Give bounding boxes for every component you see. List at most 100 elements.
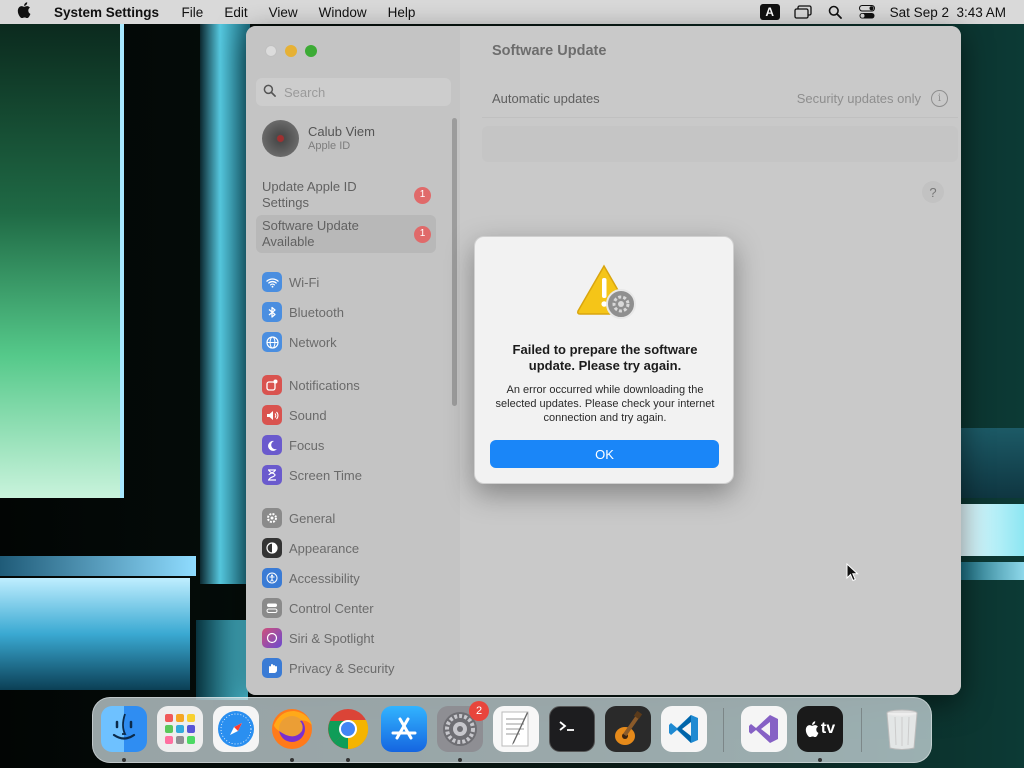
menu-view[interactable]: View bbox=[258, 5, 308, 20]
focus-icon bbox=[262, 435, 282, 455]
sidebar-item-label: Sound bbox=[289, 407, 327, 423]
visual-studio-icon[interactable] bbox=[741, 706, 787, 752]
control-center-icon[interactable] bbox=[858, 4, 876, 20]
menu-edit[interactable]: Edit bbox=[214, 5, 258, 20]
sidebar-item-label: Bluetooth bbox=[289, 304, 344, 320]
running-indicator bbox=[290, 758, 294, 762]
menu-bar: System Settings File Edit View Window He… bbox=[0, 0, 1024, 24]
appearance-icon bbox=[262, 538, 282, 558]
wallpaper-panel bbox=[0, 556, 196, 576]
sidebar-item-appearance[interactable]: Appearance bbox=[262, 537, 359, 559]
help-button[interactable]: ? bbox=[922, 181, 944, 203]
system-settings-icon[interactable]: 2 bbox=[437, 701, 489, 752]
vscode-icon[interactable] bbox=[661, 706, 707, 752]
sidebar-item-sound[interactable]: Sound bbox=[262, 404, 327, 426]
sidebar-item-label: General bbox=[289, 510, 336, 526]
sidebar-item-label: Screen Time bbox=[289, 467, 362, 483]
apple-id-account[interactable]: Calub Viem Apple ID bbox=[262, 120, 375, 157]
close-window-button[interactable] bbox=[265, 45, 277, 57]
zoom-window-button[interactable] bbox=[305, 45, 317, 57]
input-source-icon[interactable]: A bbox=[759, 4, 780, 20]
apple-tv-label: tv bbox=[820, 720, 836, 737]
sidebar-item-general[interactable]: General bbox=[262, 507, 335, 529]
accessibility-icon bbox=[262, 568, 282, 588]
safari-icon[interactable] bbox=[213, 706, 259, 752]
warning-icon bbox=[575, 263, 637, 319]
automatic-updates-value: Security updates only bbox=[796, 91, 921, 106]
menu-window[interactable]: Window bbox=[308, 5, 377, 20]
sidebar-item-siri-spotlight[interactable]: Siri & Spotlight bbox=[262, 627, 374, 649]
window-controls bbox=[265, 45, 317, 57]
privacy-icon bbox=[262, 658, 282, 678]
control-center-icon bbox=[262, 598, 282, 618]
network-icon bbox=[262, 332, 282, 352]
app-store-icon[interactable] bbox=[381, 706, 427, 752]
sidebar-item-control-center[interactable]: Control Center bbox=[262, 597, 374, 619]
bluetooth-icon bbox=[262, 302, 282, 322]
item-label-line1: Software Update bbox=[262, 218, 359, 233]
textedit-icon[interactable] bbox=[493, 706, 539, 752]
update-apple-id-settings-item[interactable]: Update Apple ID Settings 1 bbox=[256, 176, 436, 214]
general-icon bbox=[262, 508, 282, 528]
wallpaper-panel bbox=[960, 504, 1024, 556]
wallpaper-panel bbox=[960, 428, 1024, 498]
apple-tv-icon[interactable]: tv bbox=[797, 706, 843, 752]
search-icon bbox=[263, 84, 276, 100]
wallpaper-panel bbox=[0, 578, 190, 690]
account-subtitle: Apple ID bbox=[308, 139, 351, 152]
search-field[interactable]: Search bbox=[256, 78, 451, 106]
dock-separator bbox=[861, 708, 862, 752]
wallpaper-panel bbox=[196, 620, 248, 700]
menu-clock[interactable]: Sat Sep 2 3:43 AM bbox=[890, 5, 1006, 20]
mouse-pointer-icon bbox=[846, 562, 860, 583]
menu-help[interactable]: Help bbox=[377, 5, 426, 20]
garageband-icon[interactable] bbox=[605, 706, 651, 752]
info-icon[interactable]: i bbox=[931, 90, 948, 107]
terminal-icon[interactable] bbox=[549, 706, 595, 752]
running-indicator bbox=[458, 758, 462, 762]
sidebar-item-network[interactable]: Network bbox=[262, 331, 337, 353]
app-name-menu[interactable]: System Settings bbox=[48, 5, 171, 20]
finder-icon[interactable] bbox=[101, 706, 147, 752]
dock-separator bbox=[723, 708, 724, 752]
running-indicator bbox=[122, 758, 126, 762]
menu-file[interactable]: File bbox=[171, 5, 214, 20]
ok-button[interactable]: OK bbox=[490, 440, 719, 468]
launchpad-icon[interactable] bbox=[157, 706, 203, 752]
sidebar-item-accessibility[interactable]: Accessibility bbox=[262, 567, 360, 589]
firefox-icon[interactable] bbox=[269, 706, 315, 752]
sidebar-item-notifications[interactable]: Notifications bbox=[262, 374, 360, 396]
notification-badge: 1 bbox=[414, 186, 431, 204]
sidebar-item-wifi[interactable]: Wi-Fi bbox=[262, 271, 319, 293]
screen-mirroring-icon[interactable] bbox=[794, 4, 812, 20]
apple-menu-icon[interactable] bbox=[0, 2, 48, 22]
trash-icon[interactable] bbox=[879, 706, 925, 752]
running-indicator bbox=[818, 758, 822, 762]
sidebar-item-label: Network bbox=[289, 334, 337, 350]
wallpaper-panel bbox=[200, 24, 250, 584]
alert-title: Failed to prepare the software update. P… bbox=[512, 342, 698, 373]
minimize-window-button[interactable] bbox=[285, 45, 297, 57]
sidebar-item-privacy-security[interactable]: Privacy & Security bbox=[262, 657, 394, 679]
notification-badge: 2 bbox=[469, 701, 489, 721]
item-label-line1: Update Apple ID bbox=[262, 179, 357, 194]
sidebar-item-screen-time[interactable]: Screen Time bbox=[262, 464, 362, 486]
sidebar-item-label: Wi-Fi bbox=[289, 274, 320, 290]
sidebar-item-bluetooth[interactable]: Bluetooth bbox=[262, 301, 344, 323]
wallpaper-panel bbox=[0, 24, 124, 498]
software-update-available-item[interactable]: Software Update Available 1 bbox=[256, 215, 436, 253]
account-name: Calub Viem bbox=[308, 123, 375, 139]
page-title: Software Update bbox=[492, 43, 607, 59]
sound-icon bbox=[262, 405, 282, 425]
sidebar-item-label: Appearance bbox=[289, 540, 360, 556]
chrome-icon[interactable] bbox=[325, 706, 371, 752]
spotlight-search-icon[interactable] bbox=[826, 4, 844, 20]
sidebar-item-focus[interactable]: Focus bbox=[262, 434, 324, 456]
avatar bbox=[262, 120, 299, 157]
sidebar-scrollbar[interactable] bbox=[452, 118, 457, 406]
search-placeholder: Search bbox=[284, 84, 326, 100]
wifi-icon bbox=[262, 272, 282, 292]
automatic-updates-row: Automatic updates Security updates only … bbox=[482, 80, 958, 118]
siri-icon bbox=[262, 628, 282, 648]
wallpaper-panel bbox=[960, 562, 1024, 580]
